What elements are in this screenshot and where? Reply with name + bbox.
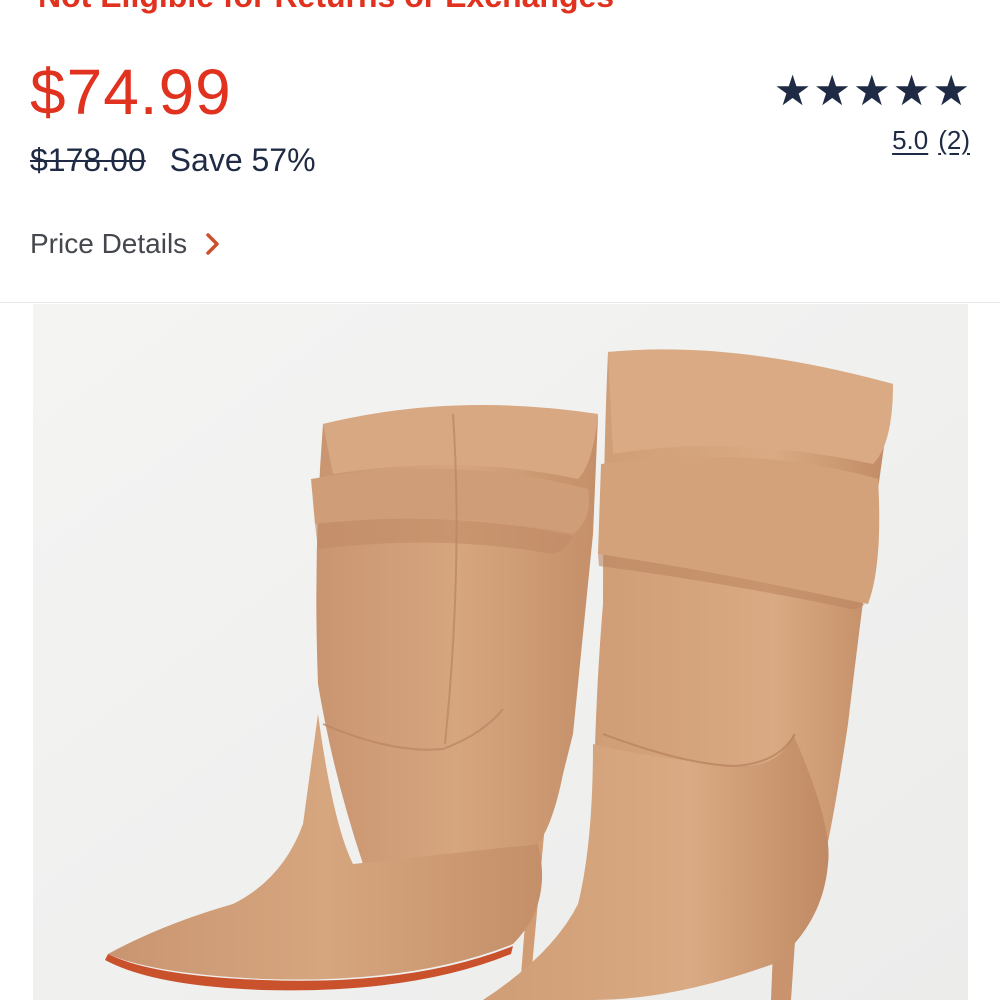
star-icon: ★ [853,67,891,114]
rating-value-link[interactable]: 5.0 [892,124,928,156]
savings-badge: Save 57% [169,142,316,178]
price-details-link[interactable]: Price Details [30,224,225,264]
price-comparison-row: $178.00 Save 57% [30,140,316,180]
original-price: $178.00 [30,142,146,178]
rating-text: 5.0 (2) [892,124,970,156]
star-icon: ★ [892,67,931,114]
rating-summary[interactable]: ★ ★ ★ ★ ★ 5.0 (2) [774,66,970,156]
product-detail-page: Not Eligible for Returns or Exchanges $7… [0,0,1000,1000]
review-count-link[interactable]: (2) [938,124,970,156]
section-divider [0,302,1000,303]
chevron-right-icon [201,232,225,256]
star-rating: ★ ★ ★ ★ ★ [774,66,970,116]
star-icon: ★ [813,67,852,114]
boots-illustration [33,304,968,1000]
star-icon: ★ [773,67,812,114]
star-icon: ★ [932,67,970,114]
current-price: $74.99 [30,56,232,128]
returns-notice: Not Eligible for Returns or Exchanges [38,0,614,14]
price-details-label: Price Details [30,228,188,259]
product-image[interactable] [33,304,968,1000]
